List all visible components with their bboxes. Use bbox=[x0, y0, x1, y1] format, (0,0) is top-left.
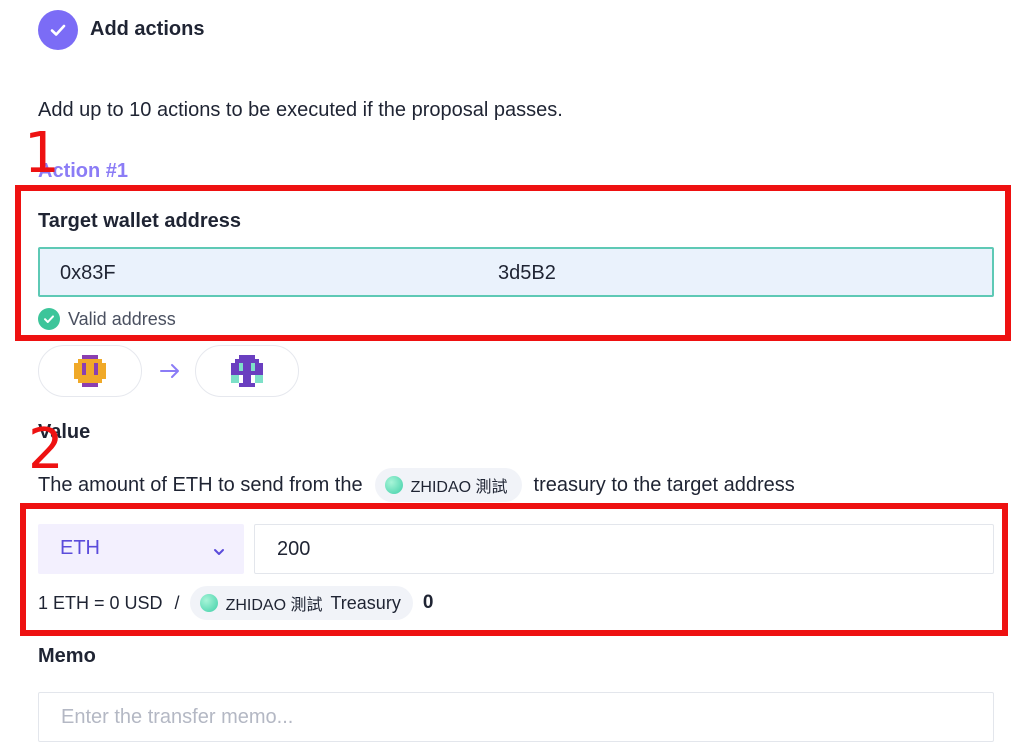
dao-chip: ZHIDAO 測試 bbox=[374, 468, 522, 502]
memo-placeholder: Enter the transfer memo... bbox=[61, 706, 294, 728]
dao-name: ZHIDAO 測試 bbox=[410, 479, 508, 496]
target-avatar-pill bbox=[195, 345, 299, 397]
source-avatar-pill bbox=[38, 345, 142, 397]
memo-label: Memo bbox=[38, 645, 96, 667]
value-desc-after: treasury to the target address bbox=[533, 473, 795, 496]
step-title: Add actions bbox=[90, 18, 205, 40]
dao-logo-icon bbox=[384, 476, 403, 494]
target-avatar bbox=[231, 355, 263, 387]
annotation-box-1 bbox=[15, 185, 1011, 341]
memo-input[interactable]: Enter the transfer memo... bbox=[38, 692, 994, 742]
intro-text: Add up to 10 actions to be executed if t… bbox=[38, 99, 563, 121]
arrow-right-icon bbox=[158, 359, 182, 383]
step-complete-icon bbox=[38, 10, 78, 50]
annotation-number-1: 1 bbox=[24, 121, 60, 186]
value-description: The amount of ETH to send from the ZHIDA… bbox=[38, 466, 795, 504]
annotation-box-2 bbox=[20, 503, 1008, 636]
source-avatar bbox=[74, 355, 106, 387]
annotation-number-2: 2 bbox=[28, 417, 64, 482]
value-desc-before: The amount of ETH to send from the bbox=[38, 473, 363, 496]
